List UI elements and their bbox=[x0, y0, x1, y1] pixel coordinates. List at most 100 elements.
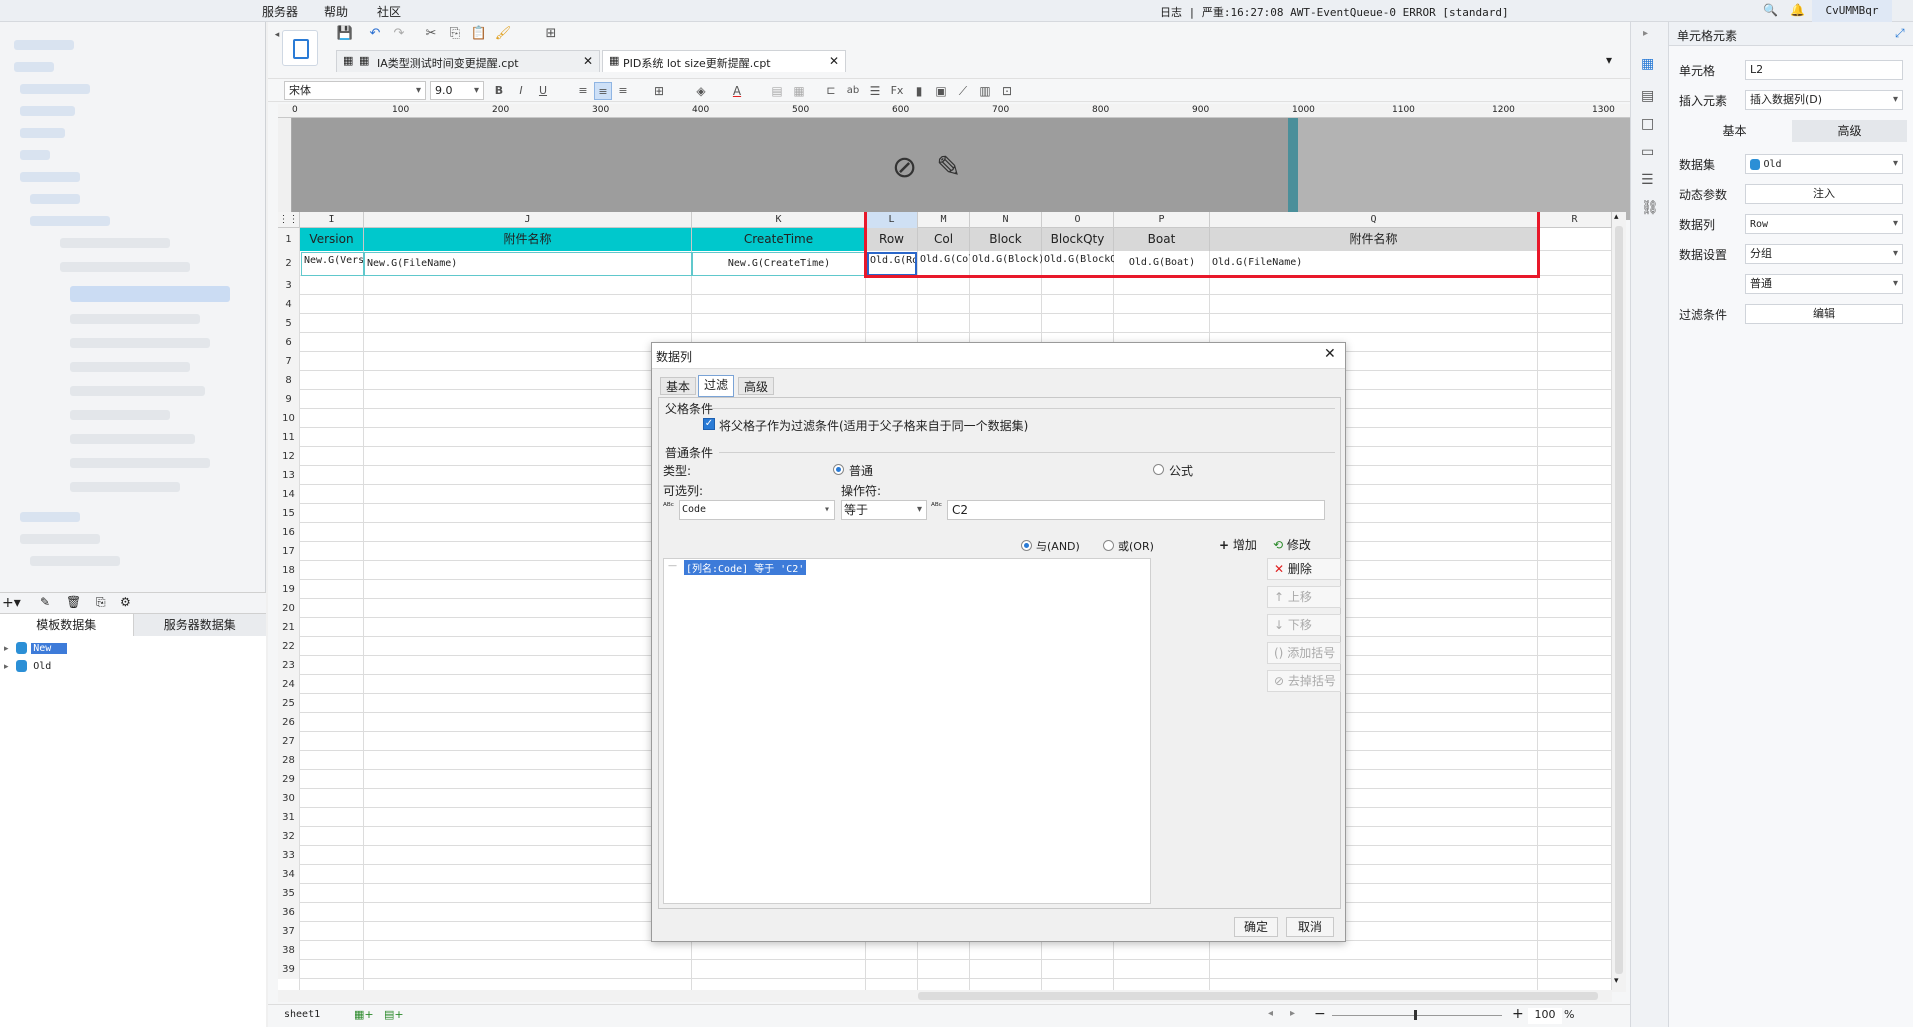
unmerge-icon[interactable]: ▦ bbox=[790, 82, 808, 100]
redo-icon[interactable]: ↷ bbox=[390, 25, 408, 43]
pin-icon[interactable]: ⤢ bbox=[1895, 26, 1905, 41]
operator-select[interactable]: 等于 ▾ bbox=[841, 500, 927, 520]
row-header[interactable]: 2 bbox=[278, 251, 300, 276]
row-header[interactable]: 17 bbox=[278, 542, 300, 561]
type-formula-radio[interactable] bbox=[1153, 464, 1164, 475]
dataset-select[interactable]: Old ▾ bbox=[1745, 154, 1903, 174]
user-name[interactable]: CvUMMBqr bbox=[1812, 0, 1892, 22]
close-icon[interactable]: ✕ bbox=[1324, 346, 1336, 362]
row-header[interactable]: 34 bbox=[278, 865, 300, 884]
row-header[interactable]: 32 bbox=[278, 827, 300, 846]
row-header[interactable]: 33 bbox=[278, 846, 300, 865]
dataset-item-new[interactable]: ▸ New bbox=[4, 640, 68, 656]
header-cell-version[interactable]: Version bbox=[300, 228, 364, 251]
save-icon[interactable]: 💾 bbox=[336, 25, 354, 43]
bold-button[interactable]: B bbox=[490, 82, 508, 100]
row-header[interactable]: 21 bbox=[278, 618, 300, 637]
scroll-up-icon[interactable]: ▴ bbox=[1614, 212, 1619, 222]
row-header[interactable]: 22 bbox=[278, 637, 300, 656]
condition-item[interactable]: [列名:Code] 等于 'C2' bbox=[684, 560, 807, 575]
col-header-K[interactable]: K bbox=[692, 212, 866, 228]
scroll-left-icon[interactable]: ◂ bbox=[1268, 1008, 1273, 1019]
header-cell-createtime[interactable]: CreateTime bbox=[692, 228, 866, 251]
row-header[interactable]: 29 bbox=[278, 770, 300, 789]
float-element-icon[interactable]: □ bbox=[1641, 116, 1654, 132]
col-header-J[interactable]: J bbox=[364, 212, 692, 228]
col-header-R[interactable]: R bbox=[1538, 212, 1612, 228]
row-header[interactable]: 26 bbox=[278, 713, 300, 732]
row-header[interactable]: 6 bbox=[278, 333, 300, 352]
or-radio[interactable] bbox=[1103, 540, 1114, 551]
tab-advanced[interactable]: 高级 bbox=[738, 377, 774, 395]
remove-bracket-button[interactable]: ⊘ 去掉括号 bbox=[1267, 670, 1341, 692]
hide-icon[interactable]: ⊘ bbox=[892, 150, 917, 185]
row-header[interactable]: 12 bbox=[278, 447, 300, 466]
value-input[interactable]: C2 bbox=[947, 500, 1325, 520]
underline-button[interactable]: U bbox=[534, 82, 552, 100]
add-condition-button[interactable]: + 增加 bbox=[1219, 536, 1269, 556]
ok-button[interactable]: 确定 bbox=[1234, 917, 1278, 937]
paragraph-icon[interactable]: ☰ bbox=[866, 82, 884, 100]
italic-button[interactable]: I bbox=[512, 82, 530, 100]
delete-dataset-icon[interactable]: 🗑 bbox=[66, 595, 81, 609]
tab-menu-icon[interactable]: ▾ bbox=[1606, 53, 1612, 67]
row-header[interactable]: 36 bbox=[278, 903, 300, 922]
row-header[interactable]: 31 bbox=[278, 808, 300, 827]
row-header[interactable]: 13 bbox=[278, 466, 300, 485]
row-header[interactable]: 27 bbox=[278, 732, 300, 751]
zoom-in-icon[interactable]: + bbox=[1512, 1006, 1524, 1022]
delete-button[interactable]: ✕ 删除 bbox=[1267, 558, 1341, 580]
font-select[interactable]: 宋体 ▾ bbox=[284, 81, 426, 100]
type-normal-radio[interactable] bbox=[833, 464, 844, 475]
align-right-icon[interactable]: ≡ bbox=[614, 82, 632, 100]
row-header[interactable]: 18 bbox=[278, 561, 300, 580]
paste-icon[interactable]: 📋 bbox=[470, 25, 488, 43]
hyperlink-icon[interactable]: ⛓ bbox=[1641, 200, 1659, 216]
bell-icon[interactable]: 🔔 bbox=[1790, 3, 1805, 17]
tab-basic[interactable]: 基本 bbox=[660, 377, 696, 395]
horizontal-scrollbar[interactable] bbox=[278, 990, 1612, 1002]
tab-advanced[interactable]: 高级 bbox=[1792, 120, 1907, 142]
font-color-button[interactable]: A bbox=[728, 82, 746, 100]
row-header[interactable]: 1 bbox=[278, 228, 300, 251]
row-header[interactable]: 5 bbox=[278, 314, 300, 333]
row-header[interactable]: 10 bbox=[278, 409, 300, 428]
copy-icon[interactable]: ⎘ bbox=[446, 25, 464, 43]
wrap-icon[interactable]: ⊏ bbox=[822, 82, 840, 100]
close-icon[interactable]: ✕ bbox=[829, 54, 839, 68]
add-form-icon[interactable]: ▤+ bbox=[384, 1008, 404, 1021]
and-radio[interactable] bbox=[1021, 540, 1032, 551]
align-center-icon[interactable]: ≡ bbox=[594, 82, 612, 100]
row-header[interactable]: 23 bbox=[278, 656, 300, 675]
move-down-button[interactable]: ↓ 下移 bbox=[1267, 614, 1341, 636]
col-header-I[interactable]: I bbox=[300, 212, 364, 228]
params-dataset-icon[interactable]: ⚙ bbox=[120, 595, 131, 609]
row-header[interactable]: 7 bbox=[278, 352, 300, 371]
select-all-icon[interactable]: ⋮⋮ bbox=[278, 212, 300, 228]
setting-select-2[interactable]: 普通 ▾ bbox=[1745, 274, 1903, 294]
zoom-value[interactable]: 100 bbox=[1528, 1008, 1562, 1024]
add-bracket-button[interactable]: () 添加括号 bbox=[1267, 642, 1341, 664]
pencil-icon[interactable]: ✎ bbox=[936, 150, 961, 185]
image-icon[interactable]: ▣ bbox=[932, 82, 950, 100]
widget-settings-icon[interactable]: ▭ bbox=[1641, 144, 1654, 160]
move-up-button[interactable]: ↑ 上移 bbox=[1267, 586, 1341, 608]
row-header[interactable]: 15 bbox=[278, 504, 300, 523]
data-cell-version[interactable]: New.G(Version) bbox=[301, 252, 364, 276]
size-select[interactable]: 9.0 ▾ bbox=[430, 81, 484, 100]
merge-icon[interactable]: ▤ bbox=[768, 82, 786, 100]
tab-file-2[interactable]: ▦ PID系统 lot size更新提醒.cpt ✕ bbox=[602, 50, 846, 72]
row-header[interactable]: 14 bbox=[278, 485, 300, 504]
row-header[interactable]: 35 bbox=[278, 884, 300, 903]
close-icon[interactable]: ✕ bbox=[583, 54, 593, 68]
tab-filter[interactable]: 过滤 bbox=[698, 375, 734, 397]
row-header[interactable]: 20 bbox=[278, 599, 300, 618]
insert-select[interactable]: 插入数据列(D) ▾ bbox=[1745, 90, 1903, 110]
preview-dataset-icon[interactable]: ⎘ bbox=[96, 595, 106, 610]
parent-checkbox[interactable]: ✓ bbox=[703, 418, 715, 430]
data-cell-createtime[interactable]: New.G(CreateTime) bbox=[692, 252, 866, 276]
inject-button[interactable]: 注入 bbox=[1745, 184, 1903, 204]
status-log[interactable]: 日志 | 严重:16:27:08 AWT-EventQueue-0 ERROR … bbox=[1160, 4, 1509, 20]
widget-icon[interactable]: ⊡ bbox=[998, 82, 1016, 100]
condition-list[interactable]: — [列名:Code] 等于 'C2' bbox=[663, 558, 1151, 904]
